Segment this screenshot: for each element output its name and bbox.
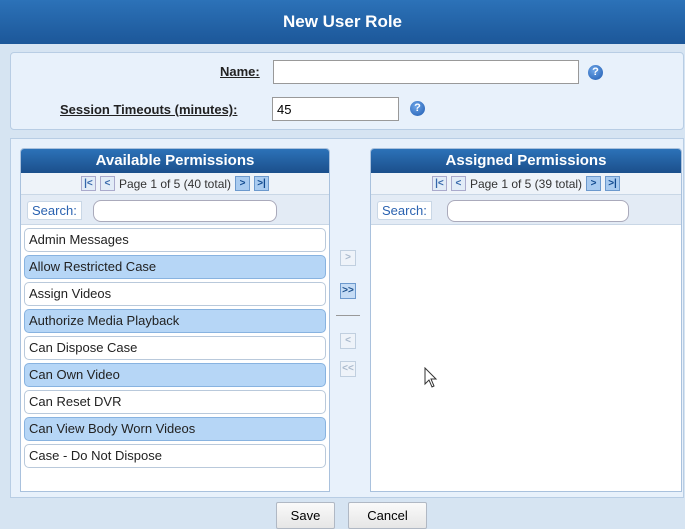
permission-item[interactable]: Assign Videos <box>24 282 326 306</box>
page-info: Page 1 of 5 (39 total) <box>469 176 583 191</box>
assigned-search-row: Search: <box>371 195 681 225</box>
available-permissions-title: Available Permissions <box>21 149 329 173</box>
last-page-button[interactable]: >| <box>254 176 270 191</box>
assigned-permissions-title: Assigned Permissions <box>371 149 681 173</box>
next-page-button[interactable]: > <box>586 176 602 191</box>
save-button[interactable]: Save <box>276 502 335 529</box>
next-page-button[interactable]: > <box>235 176 251 191</box>
permission-item[interactable]: Can Own Video <box>24 363 326 387</box>
assigned-search-input[interactable] <box>447 200 629 222</box>
first-page-button[interactable]: |< <box>431 176 447 191</box>
permission-item[interactable]: Allow Restricted Case <box>24 255 326 279</box>
session-timeout-label: Session Timeouts (minutes): <box>60 102 238 117</box>
permission-item[interactable]: Can Dispose Case <box>24 336 326 360</box>
last-page-button[interactable]: >| <box>605 176 621 191</box>
permission-item[interactable]: Can Reset DVR <box>24 390 326 414</box>
help-icon[interactable]: ? <box>588 65 603 80</box>
available-permissions-list: Available Permissions |< < Page 1 of 5 (… <box>20 148 330 492</box>
search-label: Search: <box>27 201 82 220</box>
mouse-cursor-icon <box>424 367 438 388</box>
permission-item[interactable]: Can View Body Worn Videos <box>24 417 326 441</box>
search-label: Search: <box>377 201 432 220</box>
add-all-button[interactable]: >> <box>340 283 356 299</box>
name-field[interactable] <box>273 60 579 84</box>
permission-item[interactable]: Authorize Media Playback <box>24 309 326 333</box>
permission-item[interactable]: Case - Do Not Dispose <box>24 444 326 468</box>
available-search-row: Search: <box>21 195 329 225</box>
help-icon[interactable]: ? <box>410 101 425 116</box>
first-page-button[interactable]: |< <box>80 176 96 191</box>
page-info: Page 1 of 5 (40 total) <box>118 176 232 191</box>
assigned-pager: |< < Page 1 of 5 (39 total) > >| <box>371 173 681 195</box>
prev-page-button[interactable]: < <box>99 176 115 191</box>
available-search-input[interactable] <box>93 200 277 222</box>
permission-item[interactable]: Admin Messages <box>24 228 326 252</box>
remove-all-button[interactable]: << <box>340 361 356 377</box>
cancel-button[interactable]: Cancel <box>348 502 427 529</box>
assigned-permissions-list: Assigned Permissions |< < Page 1 of 5 (3… <box>370 148 682 492</box>
add-selected-button[interactable]: > <box>340 250 356 266</box>
session-timeout-field[interactable] <box>272 97 399 121</box>
prev-page-button[interactable]: < <box>450 176 466 191</box>
dialog-title: New User Role <box>0 0 685 44</box>
available-pager: |< < Page 1 of 5 (40 total) > >| <box>21 173 329 195</box>
name-label: Name: <box>220 64 260 79</box>
remove-selected-button[interactable]: < <box>340 333 356 349</box>
divider <box>336 315 360 316</box>
